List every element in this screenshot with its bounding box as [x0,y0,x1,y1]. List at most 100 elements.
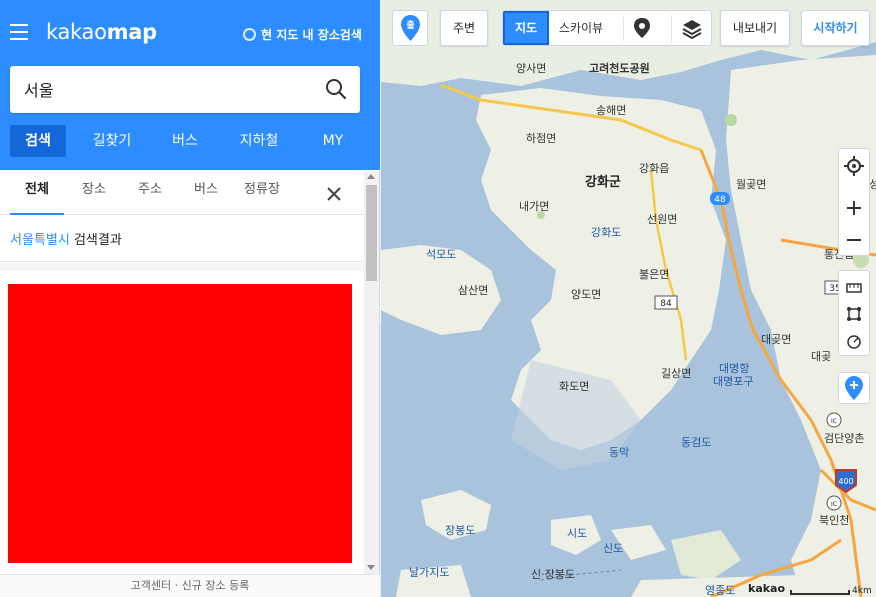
map-label: 동막 [609,446,629,459]
plus-icon [847,201,861,215]
nearby-button[interactable]: 주변 [440,10,488,46]
radio-icon [243,28,256,41]
tab-subway[interactable]: 지하철 [228,125,290,157]
map-label: 영종도 [705,584,735,597]
map-label: 날가지도 [409,566,449,579]
ruler-icon [846,283,862,293]
svg-text:출: 출 [406,19,414,31]
list-item[interactable] [0,271,364,573]
map-label: 강화군 [585,174,621,190]
map-label: 동검도 [681,436,711,449]
map-label: 선원면 [647,213,677,226]
layers-toggle[interactable] [671,15,709,43]
map-type-switcher: 지도 스카이뷰 [502,10,712,46]
map-label: 대곶면 [761,333,791,346]
export-button[interactable]: 내보내기 [720,10,790,46]
area-icon [847,307,861,321]
tab-search[interactable]: 검색 [10,125,66,157]
subtab-stop[interactable]: 정류장 [238,171,286,215]
scale-bar [790,590,850,595]
map-label: 대명포구 [713,375,753,388]
map-label: 월곶면 [736,178,766,191]
map-label: 화도면 [559,380,589,393]
area-search-toggle[interactable]: 현 지도 내 장소검색 [243,26,362,43]
map-type-map[interactable]: 지도 [503,11,549,45]
subtab-bus[interactable]: 버스 [184,171,228,215]
panel-footer: 고객센터 · 신규 장소 등록 [0,574,380,597]
map-label: 북인천 [819,513,849,527]
map-label: 신도 [603,542,623,555]
start-pin-icon: 출 [401,15,420,41]
map-label: 강화읍 [639,162,669,175]
crosshair-icon [844,156,864,176]
result-list [0,263,364,573]
zoom-in-button[interactable] [839,193,869,223]
start-pin-button[interactable]: 출 [392,10,428,46]
road-number: 84 [660,299,672,309]
map-label: 장봉도 [445,524,475,537]
map-label: 강화도 [591,226,621,239]
map-label: 대명항 [719,362,749,375]
footer-separator: · [174,579,179,592]
menu-icon[interactable] [10,24,28,40]
ic-marker: IC [831,418,837,425]
scroll-down-arrow[interactable] [367,565,375,570]
my-location-button[interactable] [839,151,869,181]
map-label: 대곶 [811,350,831,363]
result-region-link[interactable]: 서울특별시 [10,233,70,248]
side-panel: kakaomap 현 지도 내 장소검색 검색 길찾기 버스 지하철 MY 전체… [0,0,380,597]
map-label: 내가면 [519,200,549,213]
search-input[interactable] [24,76,324,102]
scrollbar-thumb[interactable] [366,185,377,281]
redacted-block [8,284,352,563]
sub-tabs: 전체 장소 주소 버스 정류장 [0,171,364,215]
kakaomap-logo[interactable]: kakaomap [46,20,157,44]
road-number: 400 [838,477,853,486]
area-tool-button[interactable] [839,299,869,329]
result-suffix: 검색결과 [73,233,122,248]
zoom-out-button[interactable] [839,225,869,255]
tab-directions[interactable]: 길찾기 [82,125,142,157]
close-icon[interactable] [324,184,344,204]
tab-bus[interactable]: 버스 [160,125,210,157]
add-place-control [838,372,870,404]
map-label: 불은면 [639,268,669,281]
add-place-button[interactable] [839,373,869,403]
ic-marker: IC [831,501,837,508]
tab-my[interactable]: MY [310,125,356,157]
map-canvas[interactable]: 48 84 35 400 IC IC 양사면 고려천도공원 송해면 하점면 강화… [381,0,876,597]
tool-controls [838,270,870,356]
add-pin-icon [845,376,863,400]
subtab-place[interactable]: 장소 [72,171,116,215]
map-label: 삼산면 [458,284,488,297]
map-label: 신·장봉도 [531,568,575,581]
minus-icon [847,239,861,241]
map-label: 양사면 [516,62,546,75]
customer-center-link[interactable]: 고객센터 [131,579,171,592]
panel-header: kakaomap 현 지도 내 장소검색 검색 길찾기 버스 지하철 MY [0,0,380,170]
radius-tool-button[interactable] [839,327,869,357]
start-button[interactable]: 시작하기 [801,10,870,46]
road-number: 48 [714,195,726,205]
map-label: 고려천도공원 [589,61,650,75]
main-tabs: 검색 길찾기 버스 지하철 MY [10,125,370,157]
subtab-all[interactable]: 전체 [10,171,64,215]
subtab-address[interactable]: 주소 [128,171,172,215]
roadview-pin-icon [634,18,650,38]
new-place-link[interactable]: 신규 장소 등록 [182,579,250,592]
result-header: 서울특별시 검색결과 [0,215,364,262]
map-label: 송해면 [596,103,626,117]
map-label: 양도면 [571,288,601,301]
map-graphic: 48 84 35 400 IC IC 양사면 고려천도공원 송해면 하점면 강화… [381,0,876,597]
scroll-up-arrow[interactable] [367,174,375,179]
scale-value: 4km [852,586,872,596]
scale-brand: kakao [748,582,786,595]
search-icon[interactable] [325,78,347,100]
map-label: 길상면 [661,367,691,380]
roadview-toggle[interactable] [623,17,659,41]
map-label: 하점면 [526,131,556,145]
scrollbar[interactable] [364,171,379,574]
layers-icon [682,20,702,40]
map-type-skyview[interactable]: 스카이뷰 [551,11,611,45]
search-box [10,66,360,113]
